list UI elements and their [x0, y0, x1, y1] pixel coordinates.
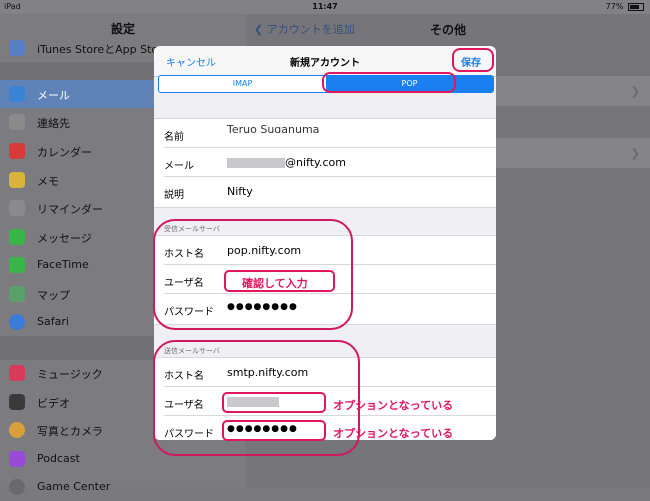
safari-icon — [9, 314, 25, 330]
maps-icon — [9, 286, 25, 302]
battery-status: 77% — [606, 2, 644, 11]
sidebar-item-label: Safari — [37, 315, 69, 328]
battery-icon — [628, 2, 644, 11]
mail-icon — [9, 86, 25, 102]
photos-icon — [9, 422, 25, 438]
sheet-title: 新規アカウント — [290, 58, 360, 69]
sidebar-item-label: 連絡先 — [37, 117, 70, 130]
description-label: 説明 — [164, 190, 184, 201]
detail-nav-bar: ❮ アカウントを追加 その他 — [246, 14, 650, 42]
email-row[interactable]: メール @nifty.com — [154, 148, 496, 177]
notes-icon — [9, 172, 25, 188]
reminders-icon — [9, 200, 25, 216]
name-row[interactable]: 名前 Teruo Suganuma — [154, 119, 496, 148]
messages-icon — [9, 229, 25, 245]
email-label: メール — [164, 161, 194, 172]
sidebar-item-game-center[interactable]: Game Center — [0, 473, 246, 501]
annotation-user-note: 確認して入力 — [242, 277, 308, 290]
calendar-icon — [9, 143, 25, 159]
contacts-icon — [9, 114, 25, 130]
clock: 11:47 — [312, 2, 338, 11]
annotation-save-highlight — [452, 48, 494, 72]
segment-imap[interactable]: IMAP — [159, 76, 326, 92]
annotation-optional-note: オプションとなっている — [333, 399, 454, 412]
annotation-optional-note: オプションとなっている — [333, 427, 454, 440]
sidebar-item-label: 写真とカメラ — [37, 425, 103, 438]
itunes-icon — [9, 40, 25, 56]
redacted-text — [227, 158, 285, 168]
name-label: 名前 — [164, 132, 184, 143]
sidebar-item-label: マップ — [37, 289, 70, 302]
sidebar-item-label: メッセージ — [37, 232, 92, 245]
videos-icon — [9, 394, 25, 410]
facetime-icon — [9, 257, 25, 273]
email-field[interactable]: @nifty.com — [227, 156, 346, 169]
sidebar-item-label: メール — [37, 89, 70, 102]
sidebar-item-label: カレンダー — [37, 146, 92, 159]
annotation-outgoing-password-box — [222, 420, 326, 441]
status-bar: iPad 11:47 77% — [0, 0, 650, 14]
sidebar-item-label: メモ — [37, 175, 59, 188]
name-field[interactable]: Teruo Suganuma — [227, 123, 319, 133]
annotation-pop-highlight — [322, 72, 456, 93]
description-field[interactable]: Nifty — [227, 185, 253, 198]
game-center-icon — [9, 479, 25, 495]
sidebar-item-label: ビデオ — [37, 397, 70, 410]
sidebar-item-label: ミュージック — [37, 368, 103, 381]
sidebar-item-label: iTunes StoreとApp Store — [37, 43, 170, 56]
music-icon — [9, 365, 25, 381]
chevron-right-icon: ❯ — [630, 85, 640, 98]
sidebar-item-label: Podcast — [37, 452, 80, 465]
email-domain: @nifty.com — [285, 156, 346, 169]
description-row[interactable]: 説明 Nifty — [154, 177, 496, 206]
account-info-group: 名前 Teruo Suganuma メール @nifty.com 説明 Nift… — [154, 118, 496, 208]
battery-percent: 77% — [605, 2, 624, 11]
chevron-right-icon: ❯ — [630, 147, 640, 160]
sidebar-item-label: FaceTime — [37, 258, 89, 271]
sidebar-item-label: リマインダー — [37, 203, 103, 216]
podcast-icon — [9, 451, 25, 467]
detail-title: その他 — [429, 23, 466, 37]
annotation-outgoing-user-box — [222, 392, 326, 413]
